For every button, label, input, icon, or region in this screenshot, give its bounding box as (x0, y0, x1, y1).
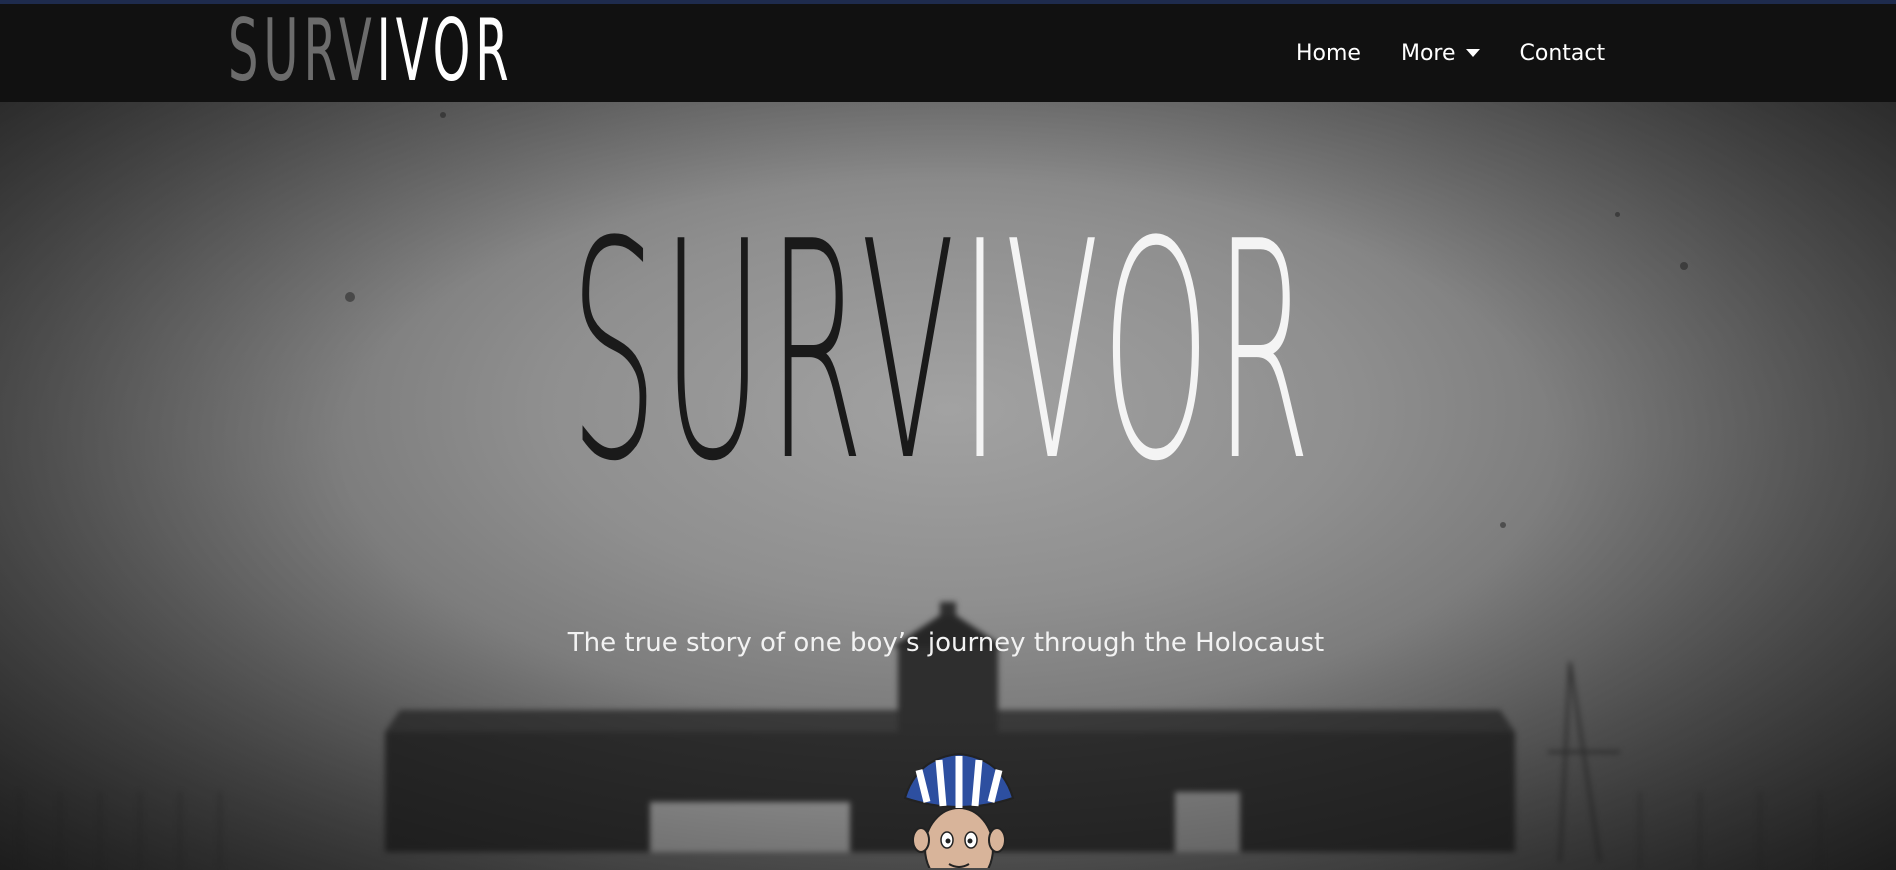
logo-text-bright: IVOR (376, 1, 514, 101)
texture-speck (440, 112, 446, 118)
nav-more-dropdown[interactable]: More (1401, 41, 1480, 66)
nav-contact-label: Contact (1519, 40, 1606, 66)
navbar: SURVIVOR Home More Contact (0, 4, 1896, 102)
logo-text-dim: SURV (228, 1, 377, 101)
nav-home-label: Home (1296, 40, 1361, 66)
hero-tagline: The true story of one boy’s journey thro… (0, 628, 1896, 658)
chevron-down-icon (1465, 49, 1480, 57)
texture-speck (1680, 262, 1688, 270)
texture-speck (1500, 522, 1506, 528)
texture-speck (345, 292, 355, 302)
hero-title: SURVIVOR (570, 188, 1315, 518)
site-logo[interactable]: SURVIVOR (228, 4, 514, 98)
hero-title-dark: SURV (570, 178, 960, 527)
texture-speck (1615, 212, 1620, 217)
hero-banner: SURVIVOR The true story of one boy’s jou… (0, 102, 1896, 870)
hero-tagline-text: The true story of one boy’s journey thro… (567, 628, 1325, 658)
main-nav: Home More Contact (1296, 4, 1645, 102)
boy-character-illustration (903, 752, 1015, 868)
nav-contact-link[interactable]: Contact (1520, 41, 1606, 66)
nav-more-label: More (1400, 40, 1456, 66)
hero-title-light: IVOR (959, 178, 1316, 527)
nav-home-link[interactable]: Home (1296, 41, 1361, 66)
